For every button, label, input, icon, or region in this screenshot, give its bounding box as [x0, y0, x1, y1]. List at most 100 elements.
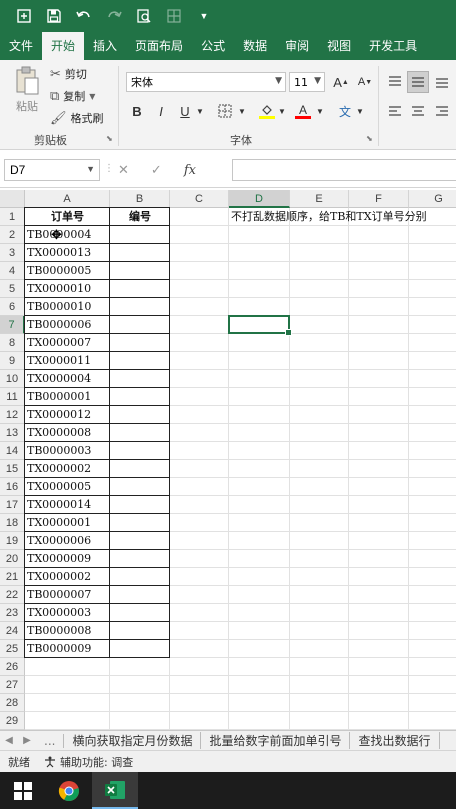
order-cell[interactable]: TB0000007	[27, 586, 108, 604]
row-header[interactable]: 17	[0, 496, 25, 514]
paste-button[interactable]: 粘贴	[10, 66, 44, 114]
row-header[interactable]: 24	[0, 622, 25, 640]
copy-button[interactable]: ⧉ 复制 ▼	[50, 88, 95, 104]
order-cell[interactable]: TX0000006	[27, 532, 108, 550]
chevron-down-icon[interactable]: ▼	[314, 100, 326, 122]
select-all-button[interactable]	[0, 190, 25, 208]
windows-start-button[interactable]	[0, 772, 46, 809]
align-left-button[interactable]	[384, 100, 406, 122]
align-center-button[interactable]	[407, 100, 429, 122]
sheet-tabs-more[interactable]: ...	[36, 733, 65, 748]
excel-taskbar-button[interactable]	[92, 772, 138, 809]
ribbon-tab[interactable]: 文件	[0, 32, 42, 60]
order-cell[interactable]: TX0000005	[27, 478, 108, 496]
row-header[interactable]: 11	[0, 388, 25, 406]
font-launcher-icon[interactable]: ⬊	[366, 134, 373, 143]
row-header[interactable]: 13	[0, 424, 25, 442]
order-cell[interactable]: TB0000001	[27, 388, 108, 406]
sheet-tab[interactable]: 横向获取指定月份数据	[64, 732, 202, 749]
row-header[interactable]: 5	[0, 280, 25, 298]
chevron-down-icon[interactable]: ▼	[276, 100, 288, 122]
column-header[interactable]: F	[349, 190, 409, 208]
column-header[interactable]: E	[290, 190, 349, 208]
row-header[interactable]: 29	[0, 712, 25, 730]
accessibility-status[interactable]: 辅助功能: 调查	[44, 754, 133, 770]
active-cell[interactable]	[228, 315, 292, 336]
ribbon-tab[interactable]: 视图	[318, 32, 360, 60]
order-cell[interactable]: TB0000009	[27, 640, 108, 658]
ribbon-tab[interactable]: 开始	[42, 32, 85, 60]
row-header[interactable]: 28	[0, 694, 25, 712]
header-cell-number[interactable]: 编号	[112, 208, 168, 226]
row-header[interactable]: 1	[0, 208, 25, 226]
instruction-cell[interactable]: 不打乱数据顺序，给TB和TX订单号分别	[231, 208, 427, 226]
row-header[interactable]: 27	[0, 676, 25, 694]
fill-color-button[interactable]	[256, 100, 278, 122]
cancel-icon[interactable]: ✕	[118, 162, 129, 178]
order-cell[interactable]: TX0000002	[27, 568, 108, 586]
chrome-taskbar-button[interactable]	[46, 772, 92, 809]
redo-icon[interactable]	[106, 8, 122, 24]
phonetic-button[interactable]: 文	[334, 100, 356, 122]
align-top-button[interactable]	[384, 71, 406, 93]
row-header[interactable]: 20	[0, 550, 25, 568]
italic-button[interactable]: I	[150, 100, 172, 122]
order-cell[interactable]: TX0000011	[27, 352, 108, 370]
bold-button[interactable]: B	[126, 100, 148, 122]
chevron-down-icon[interactable]: ▼	[89, 92, 95, 101]
align-bottom-button[interactable]	[431, 71, 453, 93]
column-header[interactable]: D	[229, 190, 290, 208]
row-header[interactable]: 22	[0, 586, 25, 604]
customize-icon[interactable]: ▼	[196, 8, 212, 24]
order-cell[interactable]: TX0000012	[27, 406, 108, 424]
sheet-tab[interactable]: 查找出数据行	[350, 732, 440, 749]
row-header[interactable]: 10	[0, 370, 25, 388]
clipboard-launcher-icon[interactable]: ⬊	[106, 134, 113, 143]
insert-function-button[interactable]: fx	[184, 163, 196, 178]
ribbon-tab[interactable]: 开发工具	[360, 32, 426, 60]
header-cell-order-no[interactable]: 订单号	[27, 208, 108, 226]
row-header[interactable]: 3	[0, 244, 25, 262]
order-cell[interactable]: TX0000007	[27, 334, 108, 352]
autosave-icon[interactable]	[16, 8, 32, 24]
column-header[interactable]: C	[170, 190, 229, 208]
name-box[interactable]: D7 ▼	[4, 159, 100, 181]
chevron-down-icon[interactable]: ▼	[354, 100, 366, 122]
order-cell[interactable]: TX0000003	[27, 604, 108, 622]
row-header[interactable]: 19	[0, 532, 25, 550]
row-header[interactable]: 21	[0, 568, 25, 586]
format-painter-button[interactable]: 🖌 格式刷	[50, 110, 104, 126]
align-right-button[interactable]	[431, 100, 453, 122]
font-color-button[interactable]: A	[292, 100, 314, 122]
table-icon[interactable]	[166, 8, 182, 24]
order-cell[interactable]: TX0000014	[27, 496, 108, 514]
order-cell[interactable]: TX0000004	[27, 370, 108, 388]
underline-button[interactable]: U	[174, 100, 196, 122]
chevron-down-icon[interactable]: ▼	[236, 100, 248, 122]
undo-icon[interactable]	[76, 8, 92, 24]
worksheet-grid[interactable]: A B C D E F G 1 2 3 4 5 6 7 8 9 10 11 12 13 14 15 16 17 18 19 20 21…	[0, 190, 456, 730]
print-preview-icon[interactable]	[136, 8, 152, 24]
column-header[interactable]: A	[25, 190, 110, 208]
save-icon[interactable]	[46, 8, 62, 24]
order-cell[interactable]: TB0000003	[27, 442, 108, 460]
order-cell[interactable]: TB0000005	[27, 262, 108, 280]
order-cell[interactable]: TB0000010	[27, 298, 108, 316]
order-cell[interactable]: TB0000006	[27, 316, 108, 334]
grow-font-button[interactable]: A ▲	[330, 71, 352, 93]
row-header[interactable]: 6	[0, 298, 25, 316]
order-cell[interactable]: TX0000013	[27, 244, 108, 262]
row-header[interactable]: 14	[0, 442, 25, 460]
ribbon-tab[interactable]: 插入	[84, 32, 126, 60]
chevron-right-icon[interactable]: ▶	[18, 735, 36, 746]
chevron-down-icon[interactable]: ▼	[194, 100, 206, 122]
row-header[interactable]: 23	[0, 604, 25, 622]
row-header[interactable]: 18	[0, 514, 25, 532]
row-header[interactable]: 2	[0, 226, 25, 244]
order-cell[interactable]: TB0000004	[27, 226, 108, 244]
row-header[interactable]: 26	[0, 658, 25, 676]
column-header[interactable]: B	[110, 190, 170, 208]
order-cell[interactable]: TX0000010	[27, 280, 108, 298]
order-cell[interactable]: TB0000008	[27, 622, 108, 640]
row-header[interactable]: 7	[0, 316, 25, 334]
